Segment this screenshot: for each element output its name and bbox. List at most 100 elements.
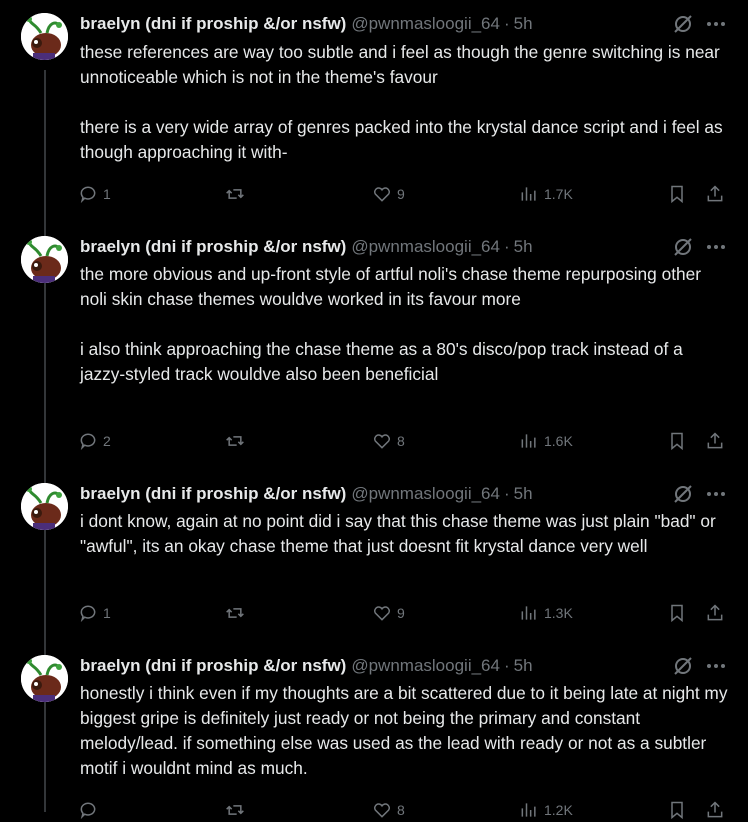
like-button[interactable]: 8 <box>372 429 405 453</box>
avatar[interactable] <box>21 483 68 530</box>
reply-count: 1 <box>103 605 111 621</box>
reply-icon <box>80 186 96 204</box>
views-count: 1.3K <box>544 605 573 621</box>
tweet-paragraph: the more obvious and up-front style of a… <box>80 264 701 309</box>
views-button[interactable]: 1.7K <box>519 182 573 206</box>
author-handle[interactable]: @pwnmasloogii_64 <box>351 484 500 504</box>
separator: · <box>503 484 510 503</box>
views-button[interactable]: 1.3K <box>519 601 573 625</box>
tweet-paragraph: honestly i think even if my thoughts are… <box>80 683 728 778</box>
more-icon[interactable] <box>704 13 728 35</box>
like-button[interactable]: 9 <box>372 182 405 206</box>
like-count: 9 <box>397 186 405 202</box>
tweet-text: i dont know, again at no point did i say… <box>80 509 730 559</box>
author-name[interactable]: braelyn (dni if proship &/or nsfw) <box>80 484 346 504</box>
grok-icon[interactable] <box>672 483 694 505</box>
like-count: 8 <box>397 802 405 818</box>
bookmark-button[interactable] <box>667 182 687 206</box>
views-icon <box>521 606 536 620</box>
bookmark-icon <box>671 801 683 820</box>
bookmark-button[interactable] <box>667 798 687 822</box>
more-icon[interactable] <box>704 483 728 505</box>
grok-icon[interactable] <box>672 236 694 258</box>
avatar[interactable] <box>21 13 68 60</box>
author-name[interactable]: braelyn (dni if proship &/or nsfw) <box>80 237 346 257</box>
like-count: 8 <box>397 433 405 449</box>
retweet-button[interactable] <box>225 601 250 625</box>
grok-icon[interactable] <box>672 655 694 677</box>
timestamp[interactable]: 5h <box>514 14 533 34</box>
retweet-icon <box>226 189 244 199</box>
share-button[interactable] <box>705 601 725 625</box>
separator: · <box>503 237 510 256</box>
tweet-paragraph: these references are way too subtle and … <box>80 42 720 87</box>
reply-button[interactable] <box>78 798 103 822</box>
author-name[interactable]: braelyn (dni if proship &/or nsfw) <box>80 14 346 34</box>
reply-icon <box>80 433 96 451</box>
tweet-header: braelyn (dni if proship &/or nsfw) @pwnm… <box>80 483 734 505</box>
reply-icon <box>80 605 96 623</box>
like-button[interactable]: 8 <box>372 798 405 822</box>
heart-icon <box>374 187 390 202</box>
action-bar: 8 1.2K <box>78 798 728 822</box>
separator: · <box>503 656 510 675</box>
action-bar: 2 8 1.6K <box>78 429 728 453</box>
tweet-text: these references are way too subtle and … <box>80 40 730 165</box>
avatar[interactable] <box>21 236 68 283</box>
author-handle[interactable]: @pwnmasloogii_64 <box>351 656 500 676</box>
timestamp[interactable]: 5h <box>514 656 533 676</box>
retweet-icon <box>226 805 244 815</box>
reply-button[interactable]: 2 <box>78 429 111 453</box>
tweet-header: braelyn (dni if proship &/or nsfw) @pwnm… <box>80 13 734 35</box>
avatar[interactable] <box>21 655 68 702</box>
timestamp[interactable]: 5h <box>514 484 533 504</box>
views-icon <box>521 434 536 448</box>
bookmark-icon <box>671 185 683 204</box>
reply-button[interactable]: 1 <box>78 601 111 625</box>
tweet-text: honestly i think even if my thoughts are… <box>80 681 730 781</box>
share-button[interactable] <box>705 429 725 453</box>
bookmark-button[interactable] <box>667 601 687 625</box>
share-icon <box>707 185 723 202</box>
author-name[interactable]: braelyn (dni if proship &/or nsfw) <box>80 656 346 676</box>
retweet-button[interactable] <box>225 182 250 206</box>
views-icon <box>521 187 536 201</box>
reply-button[interactable]: 1 <box>78 182 111 206</box>
heart-icon <box>374 434 390 449</box>
bookmark-icon <box>671 604 683 623</box>
tweet-paragraph: i dont know, again at no point did i say… <box>80 511 716 556</box>
views-count: 1.2K <box>544 802 573 818</box>
retweet-button[interactable] <box>225 798 250 822</box>
retweet-button[interactable] <box>225 429 250 453</box>
action-bar: 1 9 1.7K <box>78 182 728 206</box>
tweet-paragraph: there is a very wide array of genres pac… <box>80 117 723 162</box>
author-handle[interactable]: @pwnmasloogii_64 <box>351 237 500 257</box>
views-count: 1.7K <box>544 186 573 202</box>
share-icon <box>707 432 723 449</box>
share-button[interactable] <box>705 182 725 206</box>
more-icon[interactable] <box>704 655 728 677</box>
share-icon <box>707 801 723 818</box>
more-icon[interactable] <box>704 236 728 258</box>
like-button[interactable]: 9 <box>372 601 405 625</box>
heart-icon <box>374 606 390 621</box>
tweet-text: the more obvious and up-front style of a… <box>80 262 730 387</box>
action-bar: 1 9 1.3K <box>78 601 728 625</box>
views-button[interactable]: 1.2K <box>519 798 573 822</box>
grok-icon[interactable] <box>672 13 694 35</box>
tweet-header: braelyn (dni if proship &/or nsfw) @pwnm… <box>80 236 734 258</box>
share-button[interactable] <box>705 798 725 822</box>
separator: · <box>503 14 510 33</box>
bookmark-button[interactable] <box>667 429 687 453</box>
reply-count: 1 <box>103 186 111 202</box>
like-count: 9 <box>397 605 405 621</box>
views-button[interactable]: 1.6K <box>519 429 573 453</box>
tweet-header: braelyn (dni if proship &/or nsfw) @pwnm… <box>80 655 734 677</box>
bookmark-icon <box>671 432 683 451</box>
tweet-paragraph: i also think approaching the chase theme… <box>80 339 683 384</box>
reply-icon <box>80 802 96 820</box>
author-handle[interactable]: @pwnmasloogii_64 <box>351 14 500 34</box>
retweet-icon <box>226 608 244 618</box>
timestamp[interactable]: 5h <box>514 237 533 257</box>
heart-icon <box>374 803 390 818</box>
